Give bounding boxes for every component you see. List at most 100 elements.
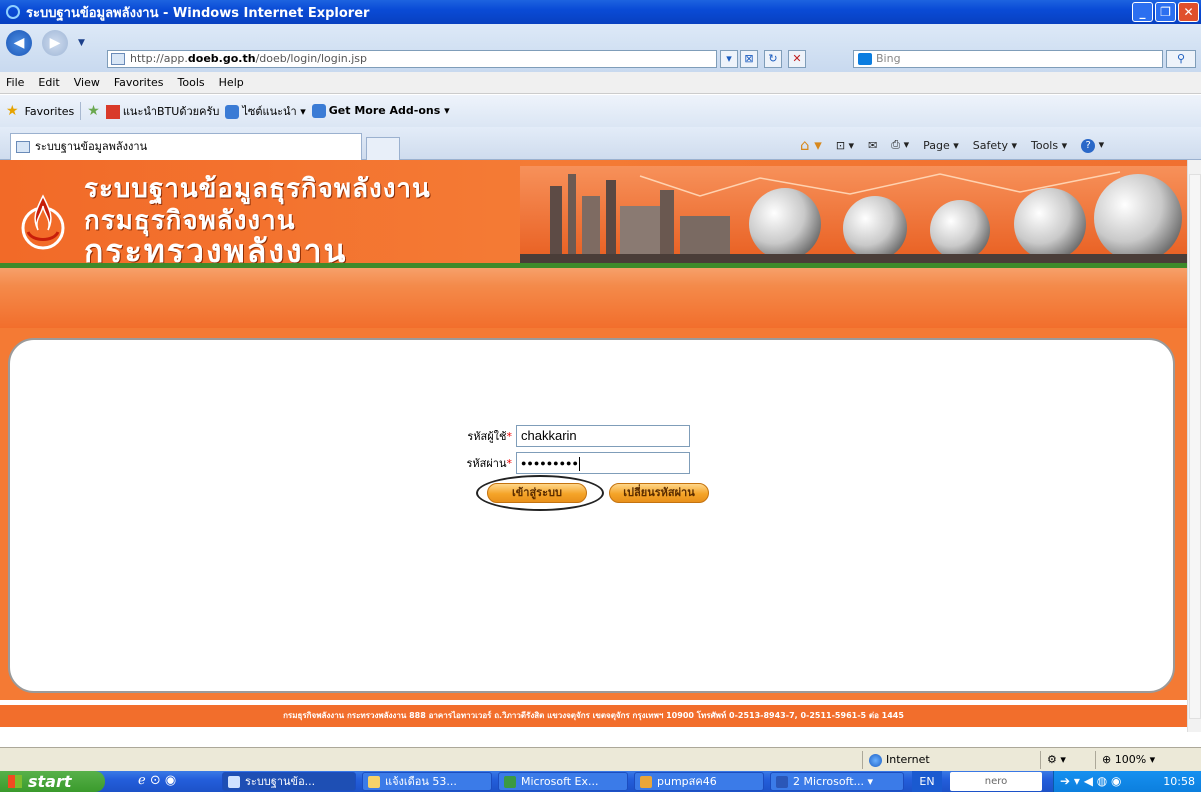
menu-file[interactable]: File [6, 76, 24, 89]
menu-tools[interactable]: Tools [178, 76, 205, 89]
folder-icon [368, 776, 380, 788]
nav-band [0, 268, 1187, 328]
tray-icons[interactable]: ➔ ▾ ◀ ◍ ◉ [1060, 771, 1122, 792]
excel-icon [504, 776, 516, 788]
ie-page-icon [311, 104, 326, 118]
site-banner: ระบบฐานข้อมูลธุรกิจพลังงาน กรมธุรกิจพลัง… [0, 160, 1187, 268]
fav-item-btu[interactable]: แนะนำBTUด้วยครับ [105, 102, 219, 120]
password-dots: ●●●●●●●●● [521, 458, 579, 468]
username-label-text: รหัสผู้ใช้ [467, 430, 507, 443]
ie-icon [228, 776, 240, 788]
refresh-icon[interactable]: ↻ [764, 50, 782, 68]
menu-bar: File Edit View Favorites Tools Help [0, 72, 1201, 94]
restore-button[interactable]: ❐ [1155, 2, 1176, 22]
windows-flag-icon [8, 775, 22, 788]
zone-text: Internet [886, 753, 930, 766]
favorites-bar: ★ Favorites ★ แนะนำBTUด้วยครับ ไซต์แนะนำ… [0, 95, 1201, 127]
quick-launch-icons[interactable]: ℯ ⊙ ◉ [138, 773, 176, 788]
language-indicator[interactable]: EN [912, 771, 942, 792]
fav-item-suggested[interactable]: ไซต์แนะนำ ▾ [225, 102, 306, 120]
password-row: รหัสผ่าน* ●●●●●●●●● [456, 452, 690, 474]
username-row: รหัสผู้ใช้* chakkarin [456, 425, 690, 447]
page-icon [111, 53, 125, 65]
taskbar-item-ie[interactable]: ระบบฐานข้อ... [222, 772, 356, 791]
favorites-button[interactable]: Favorites [25, 105, 75, 118]
page-icon [16, 141, 30, 153]
ie-window: ระบบฐานข้อมูลพลังงาน - Windows Internet … [0, 0, 1201, 792]
close-button[interactable]: ✕ [1178, 2, 1199, 22]
help-icon[interactable]: ? ▾ [1081, 138, 1104, 153]
window-title: ระบบฐานข้อมูลพลังงาน - Windows Internet … [26, 5, 370, 21]
banner-title-ministry: กระทรวงพลังงาน [84, 232, 348, 268]
add-favorite-icon[interactable]: ★ [87, 103, 100, 119]
menu-help[interactable]: Help [219, 76, 244, 89]
taskbar-item-word[interactable]: 2 Microsoft... ▾ [770, 772, 904, 791]
history-dropdown-icon[interactable]: ▼ [78, 38, 85, 48]
required-mark: * [506, 430, 513, 443]
scrollbar-thumb[interactable] [1189, 174, 1201, 719]
new-tab-button[interactable] [366, 137, 400, 160]
windows-taskbar: start ℯ ⊙ ◉ ระบบฐานข้อ... แจ้งเดือน 53..… [0, 771, 1201, 792]
text-cursor [578, 456, 580, 471]
password-label-text: รหัสผ่าน [466, 457, 507, 470]
tools-menu[interactable]: Tools ▾ [1031, 139, 1067, 152]
taskbar-item-label: ระบบฐานข้อ... [245, 775, 316, 788]
username-input[interactable]: chakkarin [516, 425, 690, 447]
back-button[interactable]: ◀ [6, 30, 32, 56]
feeds-icon[interactable]: ⊡ ▾ [836, 139, 854, 152]
nero-search-toolbar[interactable]: nero [950, 772, 1042, 791]
taskbar-item-label: 2 Microsoft... [793, 775, 865, 788]
favorites-star-icon: ★ [6, 103, 19, 119]
address-toolbar: ◀ ▶ ▼ http://app.doeb.go.th/doeb/login/l… [0, 24, 1201, 72]
home-icon[interactable]: ⌂ ▾ [800, 136, 822, 154]
zoom-control[interactable]: ⊕ 100% ▾ [1095, 751, 1201, 769]
change-password-button[interactable]: เปลี่ยนรหัสผ่าน [609, 483, 709, 503]
fav-item-addons[interactable]: Get More Add-ons ▾ [311, 104, 450, 118]
refinery-image [520, 166, 1187, 264]
taskbar-item-label: แจ้งเดือน 53... [385, 775, 457, 788]
password-input[interactable]: ●●●●●●●●● [516, 452, 690, 474]
compatibility-icon[interactable]: ⊠ [740, 50, 758, 68]
safety-menu[interactable]: Safety ▾ [973, 139, 1017, 152]
print-icon[interactable]: ⎙ ▾ [891, 138, 909, 152]
zoom-level: 100% [1114, 753, 1147, 766]
stop-icon[interactable]: ✕ [788, 50, 806, 68]
document-icon [640, 776, 652, 788]
clock: 10:58 [1163, 775, 1195, 788]
url-domain: doeb.go.th [187, 52, 256, 65]
fav-item-addons-label: Get More Add-ons ▾ [328, 104, 450, 117]
mail-icon[interactable]: ✉ [868, 139, 877, 152]
vertical-scrollbar[interactable] [1187, 160, 1201, 732]
tab-current[interactable]: ระบบฐานข้อมูลพลังงาน [10, 133, 362, 160]
minimize-button[interactable]: _ [1132, 2, 1153, 22]
page-footer: กรมธุรกิจพลังงาน กระทรวงพลังงาน 888 อาคา… [0, 705, 1187, 727]
status-text [0, 751, 862, 769]
protected-mode-icon[interactable]: ⚙ ▾ [1040, 751, 1095, 769]
menu-favorites[interactable]: Favorites [114, 76, 164, 89]
password-label: รหัสผ่าน* [456, 454, 516, 472]
divider [80, 102, 82, 120]
start-button[interactable]: start [0, 771, 105, 792]
taskbar-item-pump[interactable]: pumpสค46 [634, 772, 764, 791]
ie-page-icon [225, 105, 240, 119]
address-dropdown-icon[interactable]: ▾ [720, 50, 738, 68]
menu-view[interactable]: View [74, 76, 100, 89]
word-icon [776, 776, 788, 788]
search-icon[interactable]: ⚲ [1166, 50, 1196, 68]
page-menu[interactable]: Page ▾ [923, 139, 959, 152]
system-tray: ➔ ▾ ◀ ◍ ◉ 10:58 [1053, 771, 1201, 792]
login-panel [8, 338, 1175, 693]
search-field[interactable]: Bing [853, 50, 1163, 68]
address-field[interactable]: http://app.doeb.go.th/doeb/login/login.j… [107, 50, 717, 68]
tab-title: ระบบฐานข้อมูลพลังงาน [35, 140, 148, 153]
login-button[interactable]: เข้าสู่ระบบ [487, 483, 587, 503]
forward-button[interactable]: ▶ [42, 30, 68, 56]
taskbar-item-folder[interactable]: แจ้งเดือน 53... [362, 772, 492, 791]
taskbar-item-label: Microsoft Ex... [521, 775, 599, 788]
ie-logo-icon [6, 5, 20, 19]
required-mark: * [506, 457, 513, 470]
menu-edit[interactable]: Edit [38, 76, 59, 89]
taskbar-item-excel[interactable]: Microsoft Ex... [498, 772, 628, 791]
zone-indicator[interactable]: Internet [862, 751, 965, 769]
bing-icon [858, 53, 872, 65]
